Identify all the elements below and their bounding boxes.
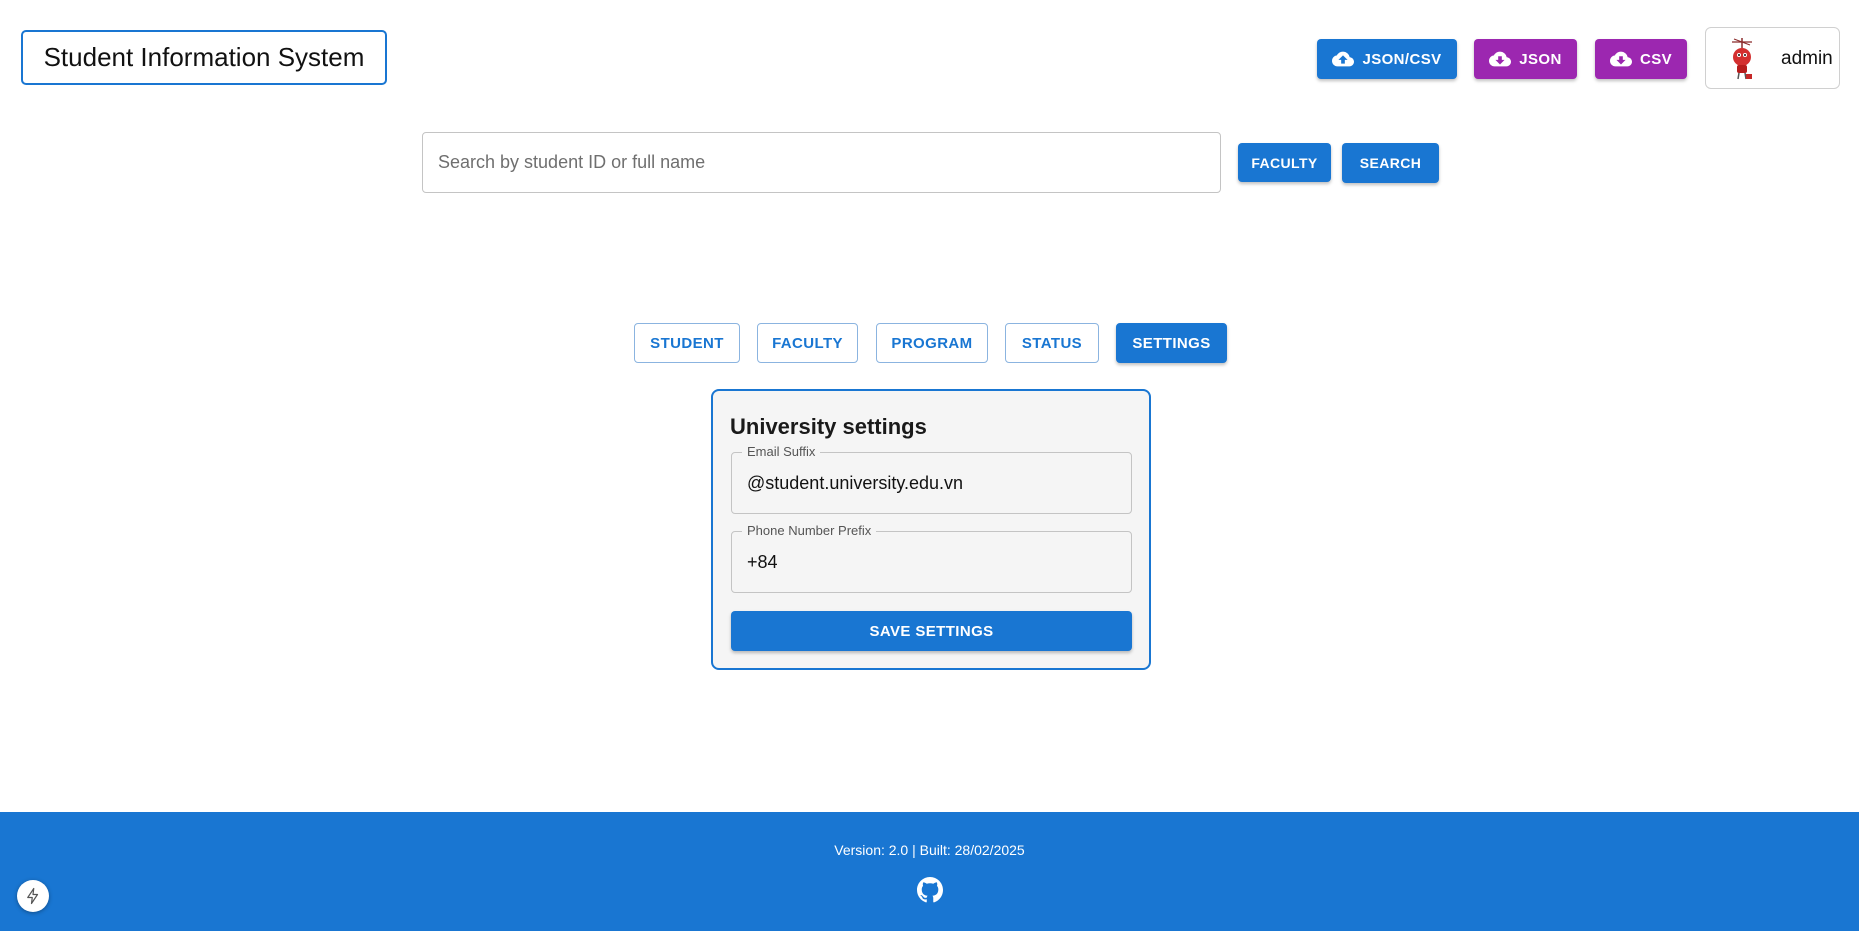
cloud-download-icon (1609, 51, 1632, 67)
export-json-button[interactable]: JSON (1474, 39, 1577, 79)
footer: Version: 2.0 | Built: 28/02/2025 (0, 812, 1859, 931)
tab-settings[interactable]: SETTINGS (1116, 323, 1227, 363)
settings-title: University settings (730, 414, 927, 439)
version-text: Version: 2.0 | Built: 28/02/2025 (834, 842, 1025, 858)
import-json-csv-button[interactable]: JSON/CSV (1317, 39, 1457, 79)
settings-card: University settings Email Suffix @studen… (711, 389, 1151, 670)
import-json-csv-label: JSON/CSV (1362, 50, 1442, 68)
github-icon[interactable] (917, 877, 943, 903)
bolt-icon (27, 887, 39, 905)
phone-prefix-value[interactable]: +84 (747, 552, 778, 573)
cloud-download-icon (1489, 51, 1512, 67)
floating-action-button[interactable] (17, 880, 49, 912)
search-label: SEARCH (1359, 155, 1422, 171)
cloud-upload-icon (1332, 51, 1355, 67)
user-menu[interactable]: admin (1705, 27, 1840, 89)
tab-status[interactable]: STATUS (1005, 323, 1099, 363)
tab-faculty[interactable]: FACULTY (757, 323, 858, 363)
email-suffix-field[interactable]: Email Suffix @student.university.edu.vn (731, 444, 1132, 514)
tab-student[interactable]: STUDENT (634, 323, 740, 363)
tab-program[interactable]: PROGRAM (876, 323, 988, 363)
save-settings-label: SAVE SETTINGS (869, 622, 994, 640)
avatar (1732, 38, 1752, 80)
email-suffix-value[interactable]: @student.university.edu.vn (747, 473, 963, 494)
phone-prefix-field[interactable]: Phone Number Prefix +84 (731, 523, 1132, 593)
faculty-filter-label: FACULTY (1251, 154, 1318, 171)
export-json-label: JSON (1519, 50, 1562, 68)
email-suffix-label: Email Suffix (742, 444, 821, 459)
phone-prefix-label: Phone Number Prefix (742, 523, 877, 538)
user-name: admin (1781, 48, 1833, 69)
export-csv-button[interactable]: CSV (1595, 39, 1687, 79)
faculty-filter-button[interactable]: FACULTY (1238, 143, 1331, 182)
export-csv-label: CSV (1639, 50, 1673, 68)
search-button[interactable]: SEARCH (1342, 143, 1439, 183)
search-input[interactable] (422, 132, 1221, 193)
save-settings-button[interactable]: SAVE SETTINGS (731, 611, 1132, 651)
app-title: Student Information System (21, 30, 387, 85)
